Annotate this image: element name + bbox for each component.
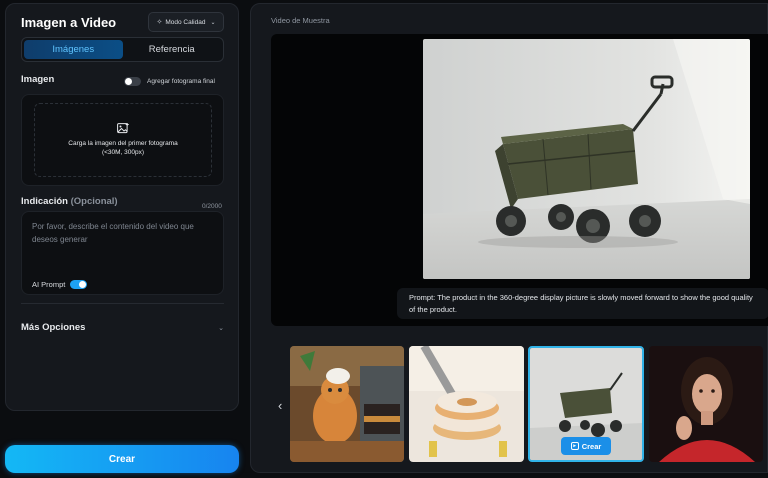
more-options-toggle[interactable]: Más Opciones ⌄	[21, 322, 224, 333]
tab-reference[interactable]: Referencia	[123, 40, 222, 59]
source-tabs: Imágenes Referencia	[21, 37, 224, 62]
upload-area[interactable]: Carga la imagen del primer fotograma (<3…	[21, 94, 224, 186]
donut-image	[409, 346, 524, 462]
ai-prompt-toggle[interactable]	[70, 280, 88, 289]
sparkle-icon: ✧	[156, 19, 163, 26]
quality-mode-label: Modo Calidad	[165, 18, 206, 26]
portrait-image	[649, 346, 763, 462]
video-preview-area: Prompt: The product in the 360-degree di…	[271, 34, 768, 326]
play-icon: ▸	[570, 442, 579, 450]
prompt-textarea[interactable]: Por favor, describe el contenido del vid…	[21, 211, 224, 295]
thumbnail-create-label: Crear	[581, 441, 602, 451]
chevron-left-icon[interactable]: ‹	[278, 398, 282, 413]
ai-prompt-label: AI Prompt	[32, 280, 66, 289]
thumbnail-portrait[interactable]	[649, 346, 763, 462]
sample-video-frame[interactable]	[423, 39, 750, 279]
upload-instructions: Carga la imagen del primer fotograma	[68, 140, 178, 147]
more-options-label: Más Opciones	[21, 322, 86, 333]
divider	[21, 303, 224, 304]
left-panel: Imagen a Video ✧ Modo Calidad ⌄ Imágenes…	[5, 3, 239, 411]
prompt-optional-label: (Opcional)	[70, 196, 118, 207]
thumbnail-donut[interactable]	[409, 346, 524, 462]
prompt-char-counter: 0/2000	[202, 203, 222, 210]
tab-images[interactable]: Imágenes	[24, 40, 123, 59]
cat-baker-image	[290, 346, 404, 462]
upload-limits: (<30M, 300px)	[101, 149, 145, 156]
chevron-down-icon: ⌄	[210, 19, 216, 26]
chevron-down-icon: ⌄	[218, 324, 224, 332]
panel-title: Imagen a Video	[21, 15, 117, 30]
image-upload-icon	[117, 123, 129, 134]
last-frame-toggle[interactable]	[124, 77, 141, 86]
create-button[interactable]: Crear	[5, 445, 239, 473]
prompt-label: Indicación	[21, 196, 68, 207]
quality-mode-button[interactable]: ✧ Modo Calidad ⌄	[148, 12, 224, 32]
thumbnail-create-button[interactable]: ▸ Crear	[561, 437, 611, 455]
ai-prompt-row: AI Prompt	[32, 280, 88, 289]
prompt-section-label: Indicación (Opcional)	[21, 196, 118, 207]
upload-dropzone[interactable]: Carga la imagen del primer fotograma (<3…	[34, 103, 212, 177]
sample-video-title: Video de Muestra	[271, 16, 330, 25]
wagon-product-image	[423, 39, 750, 279]
thumbnail-wagon[interactable]: ▸ Crear	[528, 346, 644, 462]
prompt-placeholder: Por favor, describe el contenido del vid…	[32, 222, 194, 244]
last-frame-toggle-row: Agregar fotograma final	[124, 77, 215, 86]
last-frame-toggle-label: Agregar fotograma final	[147, 78, 215, 85]
thumbnail-cat-baker[interactable]	[290, 346, 404, 462]
image-section-label: Imagen	[21, 74, 55, 85]
prompt-caption: Prompt: The product in the 360-degree di…	[397, 288, 768, 319]
